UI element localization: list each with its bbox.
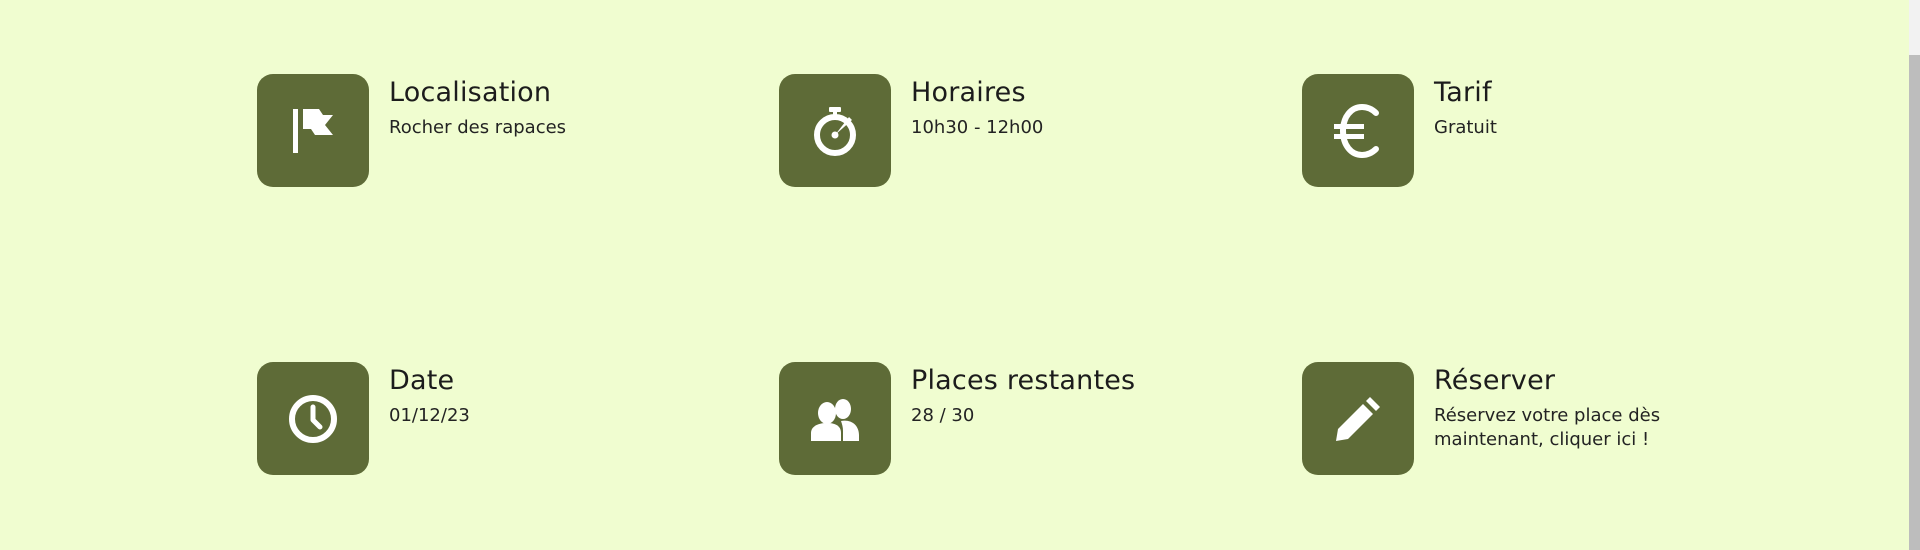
- date-value: 01/12/23: [389, 405, 470, 426]
- date-title: Date: [389, 365, 455, 396]
- hours-value: 10h30 - 12h00: [911, 117, 1044, 138]
- flag-icon: [293, 108, 333, 153]
- people-icon: [811, 398, 859, 441]
- info-card-seats: Places restantes 28 / 30: [779, 362, 1135, 475]
- hours-icon-box: [779, 74, 891, 187]
- hours-title: Horaires: [911, 77, 1026, 108]
- euro-icon: [1334, 103, 1379, 158]
- seats-title: Places restantes: [911, 365, 1136, 396]
- location-icon-box: [257, 74, 369, 187]
- info-card-hours: Horaires 10h30 - 12h00: [779, 74, 1043, 187]
- info-card-location: Localisation Rocher des rapaces: [257, 74, 566, 187]
- location-value: Rocher des rapaces: [389, 117, 567, 138]
- reserve-title[interactable]: Réserver: [1434, 364, 1684, 398]
- stopwatch-icon: [814, 106, 856, 156]
- location-title: Localisation: [389, 77, 552, 108]
- reserve-icon-box[interactable]: [1302, 362, 1414, 475]
- reserve-description[interactable]: Réservez votre place dès maintenant, cli…: [1434, 404, 1684, 452]
- pencil-icon: [1336, 396, 1380, 441]
- reserve-link[interactable]: Réserver Réservez votre place dès mainte…: [1302, 362, 1684, 475]
- price-title: Tarif: [1434, 77, 1492, 108]
- date-icon-box: [257, 362, 369, 475]
- price-value: Gratuit: [1434, 117, 1497, 138]
- scrollbar-thumb[interactable]: [1909, 55, 1920, 550]
- info-card-price: Tarif Gratuit: [1302, 74, 1497, 187]
- event-info-page: Localisation Rocher des rapaces Horaires…: [0, 0, 1920, 550]
- seats-icon-box: [779, 362, 891, 475]
- clock-icon: [289, 394, 337, 443]
- seats-value: 28 / 30: [911, 405, 975, 426]
- info-card-date: Date 01/12/23: [257, 362, 470, 475]
- price-icon-box: [1302, 74, 1414, 187]
